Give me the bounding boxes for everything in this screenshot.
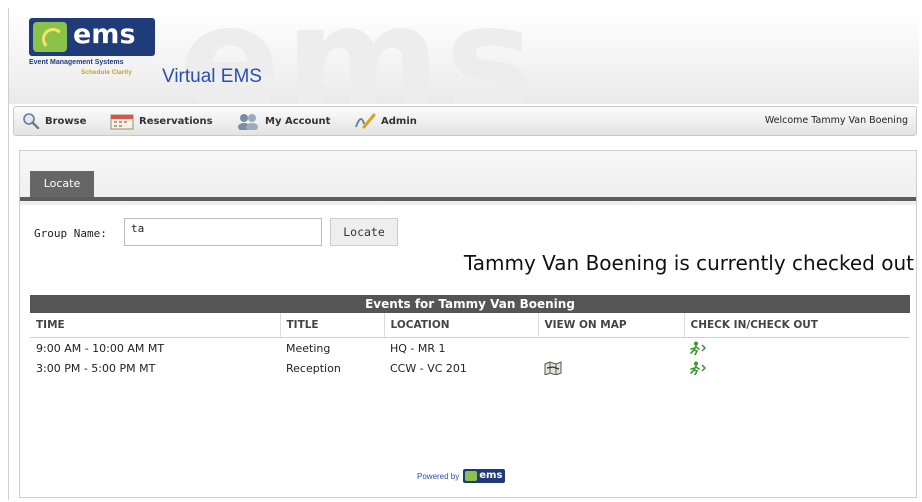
column-header-location: LOCATION <box>384 313 539 338</box>
map-icon[interactable] <box>544 361 562 375</box>
nav-my-account[interactable]: My Account <box>236 107 330 135</box>
nav-browse-label: Browse <box>45 115 87 127</box>
mini-logo-word: ems <box>479 470 503 481</box>
main-panel: Locate Group Name: ta Locate Tammy Van B… <box>19 150 917 498</box>
ems-logo[interactable]: ems Event Management Systems Schedule Cl… <box>29 18 155 88</box>
event-title: Reception <box>286 361 341 375</box>
event-time: 9:00 AM - 10:00 AM MT <box>36 341 165 355</box>
nav-reservations[interactable]: Reservations <box>110 107 213 135</box>
logo-subtitle: Event Management Systems <box>29 59 124 66</box>
status-message: Tammy Van Boening is currently checked o… <box>463 251 914 275</box>
powered-by[interactable]: Powered by ems <box>417 469 506 483</box>
events-title: Events for Tammy Van Boening <box>30 295 910 313</box>
people-icon <box>238 114 258 130</box>
app-name: Virtual EMS <box>162 66 262 87</box>
event-title: Meeting <box>286 341 331 355</box>
powered-by-text: Powered by <box>417 471 460 481</box>
check-in-out-icon[interactable] <box>690 361 708 375</box>
nav-bar: Browse Reservations My Account Admin Wel… <box>13 106 917 136</box>
logo-tagline: Schedule Clarity <box>81 69 132 76</box>
leaf-icon <box>33 22 67 52</box>
app-frame: ems ems Event Management Systems Schedul… <box>8 8 919 500</box>
group-name-input[interactable]: ta <box>124 218 322 246</box>
event-location: HQ - MR 1 <box>390 341 446 355</box>
logo-word: ems <box>73 19 136 50</box>
nav-admin[interactable]: Admin <box>354 107 417 135</box>
nav-admin-label: Admin <box>381 115 417 127</box>
nav-reservations-label: Reservations <box>139 115 213 127</box>
event-time: 3:00 PM - 5:00 PM MT <box>36 361 156 375</box>
events-table: TIME TITLE LOCATION VIEW ON MAP CHECK IN… <box>30 313 910 378</box>
event-map-cell <box>538 358 684 378</box>
event-location: CCW - VC 201 <box>390 361 467 375</box>
tab-strip: Locate <box>20 151 916 205</box>
tab-divider <box>20 197 916 201</box>
ems-mini-logo: ems <box>463 469 506 483</box>
calendar-icon <box>110 114 134 130</box>
pen-icon <box>355 113 376 129</box>
events-header-row: TIME TITLE LOCATION VIEW ON MAP CHECK IN… <box>30 313 910 338</box>
leaf-icon <box>465 471 478 481</box>
locate-button[interactable]: Locate <box>330 218 398 246</box>
check-in-out-icon[interactable] <box>690 341 708 355</box>
logo-box: ems <box>29 18 155 56</box>
group-name-label: Group Name: <box>34 227 107 240</box>
header-watermark: ems <box>179 8 539 104</box>
header: ems ems Event Management Systems Schedul… <box>9 8 919 104</box>
column-header-view-on-map: VIEW ON MAP <box>538 313 685 338</box>
event-checkin-cell <box>684 338 910 359</box>
column-header-title: TITLE <box>280 313 385 338</box>
nav-browse[interactable]: Browse <box>22 107 86 135</box>
magnifier-icon <box>23 113 40 130</box>
column-header-check-in-out: CHECK IN/CHECK OUT <box>684 313 910 338</box>
event-checkin-cell <box>684 358 910 378</box>
table-row: 9:00 AM - 10:00 AM MT Meeting HQ - MR 1 <box>30 338 910 359</box>
table-row: 3:00 PM - 5:00 PM MT Reception CCW - VC … <box>30 358 910 378</box>
event-map-cell <box>538 338 684 359</box>
welcome-text: Welcome Tammy Van Boening <box>764 115 908 126</box>
nav-my-account-label: My Account <box>265 115 331 127</box>
tab-locate[interactable]: Locate <box>30 171 94 197</box>
column-header-time: TIME <box>30 313 281 338</box>
